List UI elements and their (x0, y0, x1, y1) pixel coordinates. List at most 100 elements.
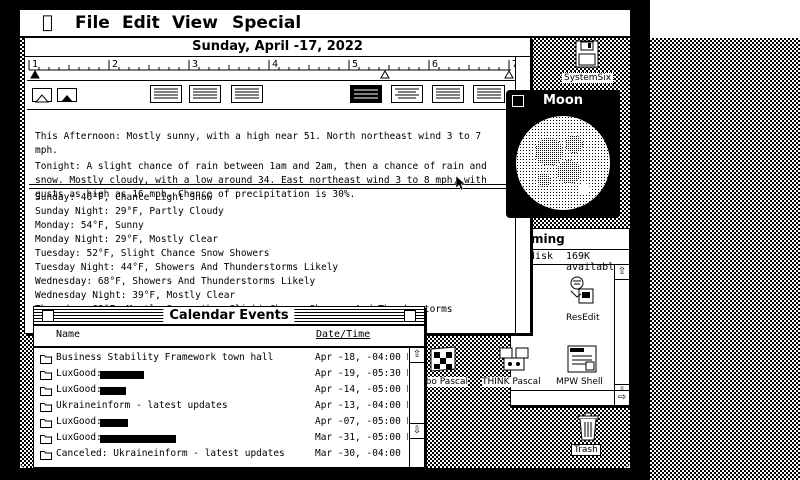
menu-file[interactable]: File (75, 13, 110, 33)
calendar-row[interactable]: Canceled: Ukraineinform - latest updates… (34, 447, 408, 463)
menu-bar:  File Edit View Special (20, 10, 630, 38)
event-date: Apr -14, -05:00 PM (315, 384, 408, 395)
forecast-line: Sunday: 46°F, Chance Light Snow (35, 192, 213, 203)
calendar-row[interactable]: LuxGood: Mar -31, -05:00 PM (34, 431, 408, 447)
weather-titlebar[interactable]: Sunday, April -17, 2022 (25, 38, 530, 57)
align-justify-button[interactable] (189, 85, 221, 103)
trash-icon[interactable] (576, 412, 600, 442)
line-spacing-15-button[interactable] (391, 85, 423, 103)
apple-menu-icon[interactable]:  (42, 12, 53, 33)
calendar-zoom-box[interactable] (404, 310, 416, 322)
forecast-line: Tuesday Night: 44°F, Showers And Thunder… (35, 262, 339, 273)
forecast-list: Sunday: 46°F, Chance Light Snow Sunday Ni… (35, 191, 515, 317)
tab-button[interactable] (473, 85, 505, 103)
event-date: Apr -07, -05:00 PM (315, 416, 408, 427)
screen-bezel-bottom (0, 468, 650, 480)
left-margin-marker[interactable] (30, 69, 40, 79)
event-name: LuxGood: (56, 384, 102, 395)
calendar-header: Name Date/Time (34, 326, 424, 348)
calendar-row[interactable]: LuxGood: Apr -07, -05:00 PM (34, 415, 408, 431)
forecast-line: Monday Night: 29°F, Mostly Clear (35, 234, 219, 245)
event-name: LuxGood: (56, 368, 102, 379)
folder-icon (40, 386, 52, 399)
calendar-scroll-down[interactable]: ⇩ (409, 423, 425, 439)
ruler-number: 2 (112, 59, 118, 70)
think-pascal-label[interactable]: THINK Pascal (482, 377, 541, 387)
ruler[interactable]: 1234567 (27, 58, 528, 81)
column-header-date[interactable]: Date/Time (316, 329, 370, 340)
calendar-row[interactable]: LuxGood: Apr -14, -05:00 PM (34, 383, 408, 399)
screen-bezel-right (630, 0, 650, 480)
calendar-scrollbar[interactable]: ⇧ ⇩ (409, 347, 425, 467)
menu-edit[interactable]: Edit (122, 13, 160, 33)
ruler-number: 1 (32, 59, 38, 70)
event-name: LuxGood: (56, 416, 102, 427)
desktop:  File Edit View Special SystemSix ming … (20, 10, 630, 468)
format-toolbar (27, 81, 528, 110)
disk-label[interactable]: SystemSix (561, 72, 615, 84)
calendar-row[interactable]: Ukraineinform - latest updates Apr -13, -… (34, 399, 408, 415)
forecast-line: Monday: 54°F, Sunny (35, 220, 144, 231)
think-pascal-icon[interactable] (498, 344, 530, 374)
event-date: Apr -18, -04:00 PM (315, 352, 408, 363)
column-header-name[interactable]: Name (56, 329, 80, 340)
event-name: Business Stability Framework town hall (56, 352, 274, 363)
this-afternoon-text: This Afternoon: Mostly sunny, with a hig… (35, 131, 482, 156)
finder-hscrollbar[interactable]: ⇨ (511, 390, 630, 406)
calendar-row[interactable]: LuxGood: Apr -19, -05:30 PM (34, 367, 408, 383)
ruler-scale: 1234567 (28, 59, 518, 79)
align-left-button[interactable] (150, 85, 182, 103)
event-name: Ukraineinform - latest updates (56, 400, 228, 411)
forecast-line: Tuesday: 52°F, Slight Chance Snow Shower… (35, 248, 270, 259)
folder-icon (40, 402, 52, 415)
ruler-number: 5 (352, 59, 358, 70)
moon-image (514, 114, 612, 216)
redaction-bar (100, 387, 126, 395)
ruler-number: 4 (272, 59, 278, 70)
page-divider (29, 184, 526, 189)
finder-scroll-right[interactable]: ⇨ (614, 390, 630, 406)
finder-scroll-up[interactable]: ⇧ (614, 264, 630, 280)
event-date: Mar -30, -04:00 (315, 448, 401, 459)
indent-marker[interactable] (380, 69, 390, 79)
calendar-titlebar[interactable]: Calendar Events (34, 307, 424, 326)
redaction-bar (100, 435, 176, 443)
spacing-double-button[interactable] (57, 88, 77, 102)
mpw-shell-icon[interactable] (566, 344, 598, 374)
moon-window-title: Moon (542, 93, 584, 108)
menu-special[interactable]: Special (232, 13, 301, 33)
turbo-pascal-label[interactable]: rbo Pascal (422, 377, 468, 387)
spacing-single-button[interactable] (32, 88, 52, 103)
menu-view[interactable]: View (172, 13, 218, 33)
ruler-number: 6 (432, 59, 438, 70)
outer-desktop-pattern (650, 38, 800, 480)
redaction-bar (100, 419, 128, 427)
screen-bezel-top (0, 0, 650, 10)
screen-bezel-left (0, 0, 20, 480)
disk-icon[interactable] (575, 40, 599, 68)
calendar-close-box[interactable] (42, 310, 54, 322)
forecast-line: Wednesday Night: 39°F, Mostly Clear (35, 290, 236, 301)
finder-info-disk: disk (529, 251, 554, 262)
event-date: Mar -31, -05:00 PM (315, 432, 408, 443)
forecast-line: Wednesday: 68°F, Showers And Thunderstor… (35, 276, 316, 287)
calendar-scroll-up[interactable]: ⇧ (409, 347, 425, 363)
right-margin-marker[interactable] (504, 69, 514, 79)
folder-icon (40, 434, 52, 447)
line-spacing-1-button[interactable] (350, 85, 382, 103)
moon-window: Moon (506, 90, 620, 218)
resedit-label[interactable]: ResEdit (566, 313, 600, 323)
finder-scrollbar[interactable]: ⇧ ⇩ (614, 264, 630, 405)
resedit-icon[interactable] (567, 273, 597, 307)
turbo-pascal-icon[interactable] (428, 344, 458, 374)
calendar-list: Business Stability Framework town hall Ap… (34, 351, 408, 467)
calendar-window-title: Calendar Events (163, 308, 295, 323)
folder-icon (40, 370, 52, 383)
event-name: LuxGood: (56, 432, 102, 443)
line-spacing-2-button[interactable] (432, 85, 464, 103)
event-name: Canceled: Ukraineinform - latest updates (56, 448, 285, 459)
align-right-button[interactable] (231, 85, 263, 103)
calendar-row[interactable]: Business Stability Framework town hall Ap… (34, 351, 408, 367)
trash-label[interactable]: Trash (571, 444, 601, 456)
mpw-shell-label[interactable]: MPW Shell (556, 377, 603, 387)
